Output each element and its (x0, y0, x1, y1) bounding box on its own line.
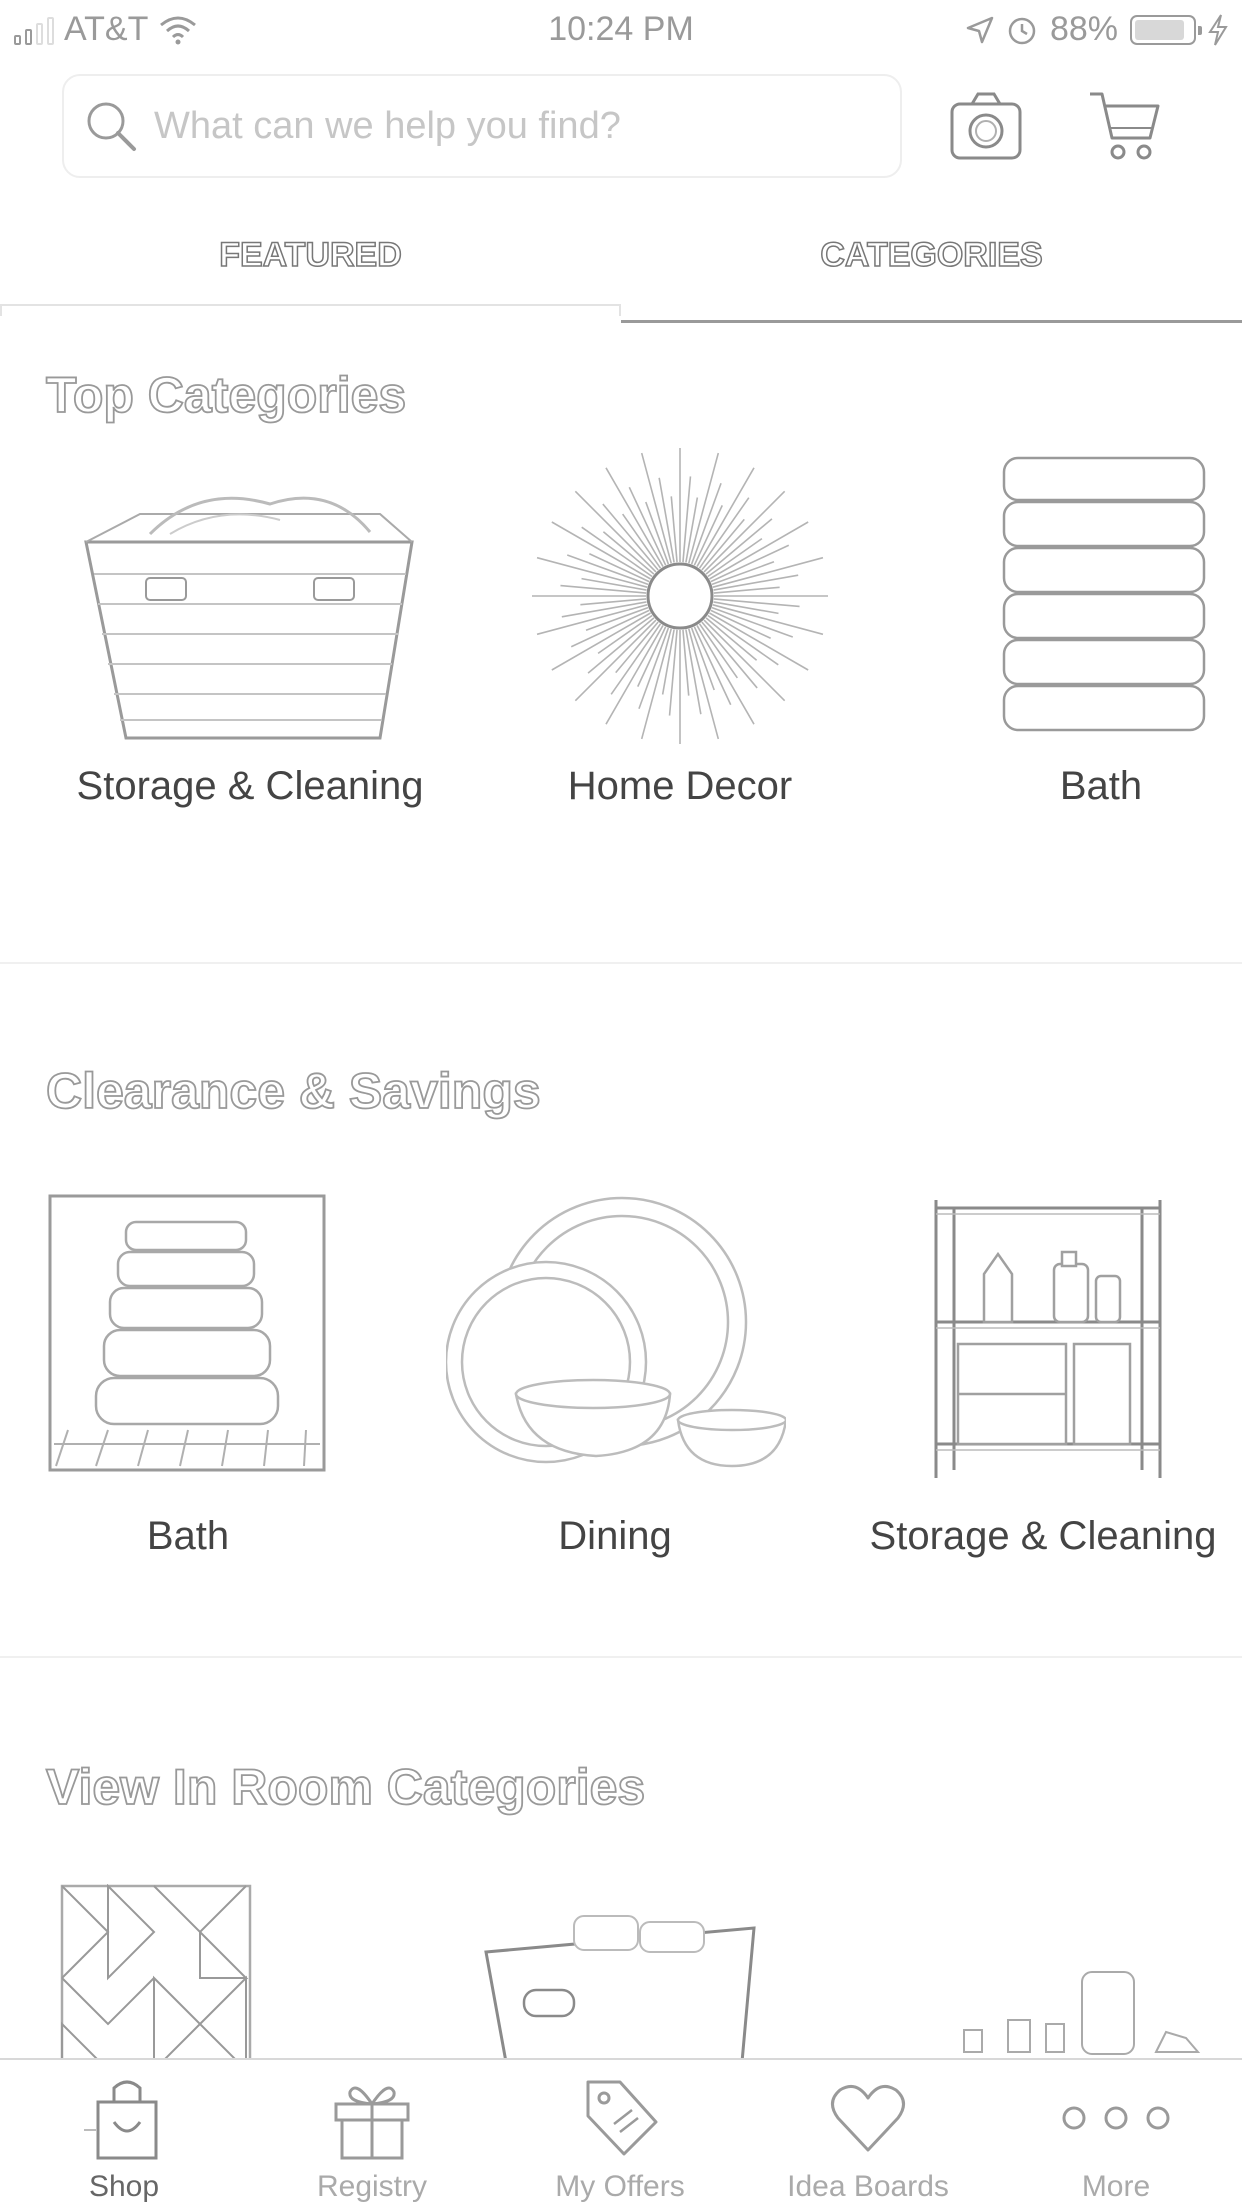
more-dots-icon (1062, 2106, 1170, 2130)
category-label: Storage & Cleaning (76, 764, 424, 808)
top-categories-section: Top Categories Storage & Cleaning Home D… (0, 324, 1242, 964)
nav-label: My Offers (555, 2170, 685, 2203)
tab-categories[interactable]: CATEGORIES (621, 235, 1242, 275)
battery-icon (1130, 14, 1202, 45)
view-in-room-section: View In Room Categories (0, 1716, 1242, 2058)
category-label: Storage & Cleaning (869, 1514, 1217, 1558)
category-tile-bath[interactable]: Bath (960, 456, 1242, 854)
search-input[interactable] (154, 104, 854, 148)
decor-accessories-image[interactable] (960, 1962, 1210, 2058)
section-title: Clearance & Savings (45, 1062, 541, 1120)
dinnerware-image (446, 1196, 786, 1468)
nav-label: More (1081, 2170, 1151, 2203)
sunburst-mirror-image (532, 448, 828, 744)
category-tile-storage[interactable]: Storage & Cleaning (40, 474, 460, 854)
search-bar[interactable] (62, 74, 902, 178)
category-label: Bath (146, 1514, 230, 1558)
shopping-bag-icon (84, 2080, 158, 2160)
location-arrow-icon (966, 16, 994, 43)
nav-label: Shop (88, 2170, 160, 2203)
nav-registry[interactable]: Registry (248, 2060, 496, 2208)
section-title: View In Room Categories (45, 1758, 646, 1816)
nav-idea-boards[interactable]: Idea Boards (744, 2060, 992, 2208)
nav-label: Idea Boards (787, 2170, 949, 2203)
clearance-tile-bath[interactable]: Bath (40, 1194, 340, 1574)
clearance-tile-storage[interactable]: Storage & Cleaning (858, 1194, 1228, 1574)
tab-featured[interactable]: FEATURED (0, 235, 621, 275)
basket-image (84, 496, 414, 740)
towels-image (48, 1194, 326, 1472)
status-bar: AT&T 10:24 PM 88% (0, 0, 1242, 62)
category-label: Bath (1059, 764, 1143, 808)
tab-selected-indicator (0, 304, 621, 316)
gift-icon (334, 2086, 410, 2160)
tab-divider (621, 320, 1242, 323)
geometric-art-image[interactable] (60, 1884, 252, 2058)
nav-label: Registry (316, 2170, 428, 2203)
status-right: 88% (966, 10, 1228, 49)
category-tile-home-decor[interactable]: Home Decor (500, 448, 860, 854)
nav-shop[interactable]: Shop (0, 2060, 248, 2208)
cart-icon[interactable] (1088, 88, 1164, 164)
charging-bolt-icon (1208, 13, 1228, 46)
towel-stack-image (1002, 456, 1206, 732)
battery-percent: 88% (1049, 10, 1118, 48)
battery-level (1135, 19, 1184, 40)
alarm-icon (1008, 17, 1036, 44)
heart-icon (831, 2084, 905, 2152)
tag-icon (586, 2080, 658, 2156)
section-divider (0, 962, 1242, 964)
category-label: Dining (558, 1514, 672, 1558)
clearance-tile-dining[interactable]: Dining (440, 1194, 790, 1574)
nav-my-offers[interactable]: My Offers (496, 2060, 744, 2208)
search-icon (87, 102, 136, 151)
clearance-savings-section: Clearance & Savings Bath Dining Storage … (0, 1020, 1242, 1660)
bottom-nav: Shop Registry My Offers Idea Boards More (0, 2058, 1242, 2208)
nav-more[interactable]: More (992, 2060, 1240, 2208)
camera-icon[interactable] (948, 90, 1024, 162)
category-label: Home Decor (567, 764, 793, 808)
storage-bin-image[interactable] (480, 1912, 760, 2058)
section-title: Top Categories (45, 366, 407, 424)
section-divider (0, 1656, 1242, 1658)
shelf-image (934, 1200, 1162, 1478)
tab-bar: FEATURED CATEGORIES (0, 222, 1242, 324)
